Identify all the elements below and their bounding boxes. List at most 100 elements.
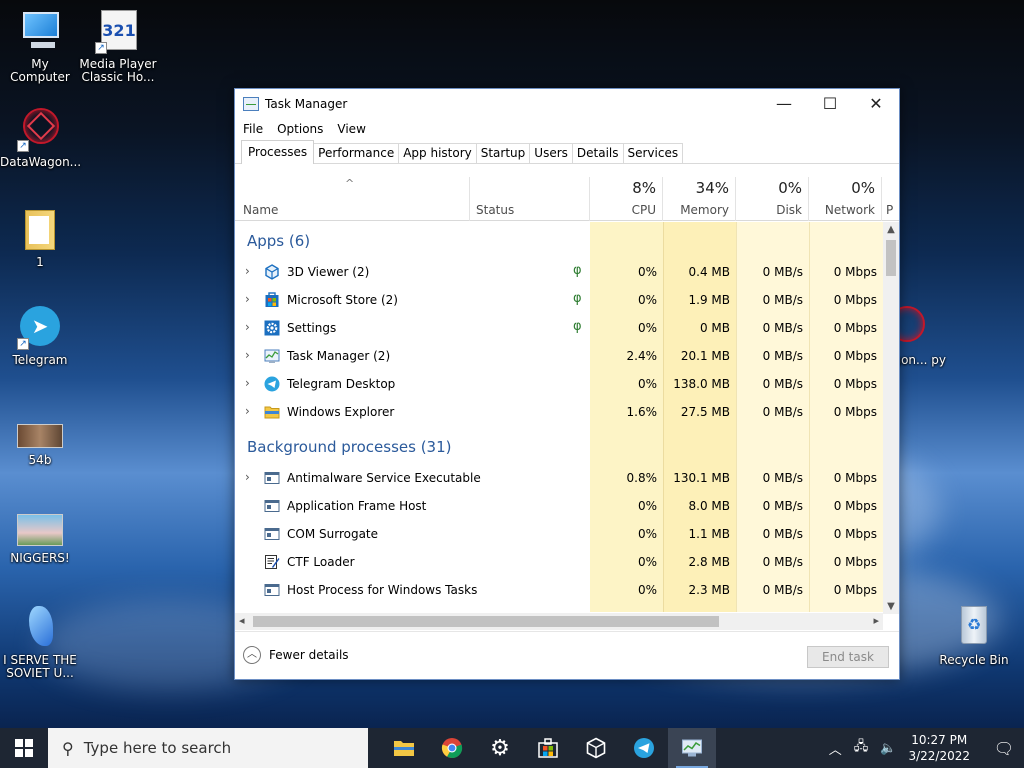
fewer-details-label: Fewer details xyxy=(269,648,349,662)
table-row[interactable]: › Telegram Desktop 0% 138.0 MB 0 MB/s 0 … xyxy=(235,370,883,398)
task-manager-window: Task Manager — ☐ ✕ File Options View Pro… xyxy=(234,88,900,680)
taskbar-chrome[interactable] xyxy=(428,728,476,768)
scroll-up-icon[interactable]: ▲ xyxy=(883,224,899,235)
vertical-scrollbar[interactable]: ▲ ▼ xyxy=(883,222,899,614)
table-row[interactable]: CTF Loader 0% 2.8 MB 0 MB/s 0 Mbps xyxy=(235,548,883,576)
table-row[interactable]: Host Process for Windows Tasks 0% 2.3 MB… xyxy=(235,576,883,604)
gear-icon xyxy=(264,320,280,336)
table-row[interactable]: › 3D Viewer (2) φ 0% 0.4 MB 0 MB/s 0 Mbp… xyxy=(235,258,883,286)
taskbar-3d-viewer[interactable] xyxy=(572,728,620,768)
table-row[interactable]: › Windows Explorer 1.6% 27.5 MB 0 MB/s 0… xyxy=(235,398,883,426)
column-disk[interactable]: 0% Disk xyxy=(736,177,809,221)
tab-performance[interactable]: Performance xyxy=(313,143,400,163)
taskbar-settings[interactable]: ⚙ xyxy=(476,728,524,768)
table-row[interactable]: COM Surrogate 0% 1.1 MB 0 MB/s 0 Mbps xyxy=(235,520,883,548)
taskbar-search-box[interactable]: ⚲ Type here to search xyxy=(48,728,368,768)
tab-details[interactable]: Details xyxy=(571,143,624,163)
image-thumbnail-icon xyxy=(17,420,63,450)
notification-center-icon[interactable]: 🗨 xyxy=(984,728,1024,768)
desktop-icon-label: Media Player Classic Ho... xyxy=(79,57,157,84)
horizontal-scroll-thumb[interactable] xyxy=(253,616,719,627)
start-button[interactable] xyxy=(0,728,48,768)
menu-options[interactable]: Options xyxy=(277,122,323,136)
tab-startup[interactable]: Startup xyxy=(475,143,531,163)
desktop-icon-telegram[interactable]: ➤ ↗ Telegram xyxy=(0,304,80,367)
minimize-button[interactable]: — xyxy=(761,89,807,118)
scroll-left-icon[interactable]: ◂ xyxy=(239,614,245,627)
column-memory[interactable]: 34% Memory xyxy=(663,177,736,221)
chevron-up-icon[interactable]: ︿ xyxy=(829,739,842,758)
datawagon-icon: ↗ xyxy=(17,106,63,152)
tab-app-history[interactable]: App history xyxy=(398,143,477,163)
desktop-icon-label: NIGGERS! xyxy=(10,551,70,565)
column-name[interactable]: ^ Name xyxy=(235,177,470,221)
volume-icon[interactable]: 🔈 xyxy=(880,741,896,756)
column-network[interactable]: 0% Network xyxy=(809,177,882,221)
chevron-right-icon[interactable]: › xyxy=(245,470,250,484)
clock[interactable]: 10:27 PM 3/22/2022 xyxy=(908,732,970,764)
chevron-right-icon[interactable]: › xyxy=(245,292,250,306)
table-row[interactable]: › Microsoft Store (2) φ 0% 1.9 MB 0 MB/s… xyxy=(235,286,883,314)
folder-icon xyxy=(394,741,414,756)
desktop-icon-folder-1[interactable]: 1 xyxy=(0,206,80,269)
desktop-icon-media-player[interactable]: 321 ↗ Media Player Classic Ho... xyxy=(78,8,158,84)
desktop-icon-label: I SERVE THE SOVIET U... xyxy=(3,653,77,680)
title-bar[interactable]: Task Manager — ☐ ✕ xyxy=(235,89,899,118)
close-button[interactable]: ✕ xyxy=(853,89,899,118)
chevron-right-icon[interactable]: › xyxy=(245,348,250,362)
fewer-details-button[interactable]: ︿ Fewer details xyxy=(243,646,349,664)
menu-file[interactable]: File xyxy=(243,122,263,136)
desktop-icon-label: Recycle Bin xyxy=(939,653,1009,667)
background-section-header[interactable]: Background processes (31) xyxy=(247,438,452,456)
process-window-icon xyxy=(264,472,280,484)
scroll-down-icon[interactable]: ▼ xyxy=(883,601,899,612)
column-power[interactable]: P xyxy=(882,177,899,221)
scroll-right-icon[interactable]: ▸ xyxy=(873,614,879,627)
desktop-icon-my-computer[interactable]: My Computer xyxy=(0,8,80,84)
chevron-up-icon: ︿ xyxy=(243,646,261,664)
column-status[interactable]: Status xyxy=(470,177,590,221)
tab-services[interactable]: Services xyxy=(622,143,684,163)
cube-icon xyxy=(265,264,279,280)
taskbar-store[interactable] xyxy=(524,728,572,768)
desktop-icon-datawagon[interactable]: ↗ DataWagon... xyxy=(0,106,81,169)
search-placeholder: Type here to search xyxy=(83,739,232,757)
table-row[interactable]: › Task Manager (2) 2.4% 20.1 MB 0 MB/s 0… xyxy=(235,342,883,370)
search-icon: ⚲ xyxy=(62,738,74,758)
desktop-icon-recycle-bin[interactable]: ♻ Recycle Bin xyxy=(934,604,1014,667)
taskmgr-icon xyxy=(264,349,280,363)
chevron-right-icon[interactable]: › xyxy=(245,376,250,390)
taskbar-file-explorer[interactable] xyxy=(380,728,428,768)
chevron-right-icon[interactable]: › xyxy=(245,264,250,278)
maximize-button[interactable]: ☐ xyxy=(807,89,853,118)
taskbar-telegram[interactable] xyxy=(620,728,668,768)
store-icon xyxy=(265,292,279,307)
table-row[interactable]: › Settings φ 0% 0 MB 0 MB/s 0 Mbps xyxy=(235,314,883,342)
column-header: ^ Name Status 8% CPU 34% Memory 0% Disk … xyxy=(235,177,899,221)
vertical-scroll-thumb[interactable] xyxy=(886,240,896,276)
desktop-icon-soviet[interactable]: I SERVE THE SOVIET U... xyxy=(0,604,80,680)
tab-processes[interactable]: Processes xyxy=(241,140,315,164)
crystal-icon xyxy=(17,604,63,650)
menu-view[interactable]: View xyxy=(337,122,365,136)
chevron-right-icon[interactable]: › xyxy=(245,320,250,334)
apps-section-header[interactable]: Apps (6) xyxy=(247,232,310,250)
end-task-button[interactable]: End task xyxy=(807,646,889,668)
table-row[interactable]: › Antimalware Service Executable 0.8% 13… xyxy=(235,464,883,492)
table-row[interactable]: Application Frame Host 0% 8.0 MB 0 MB/s … xyxy=(235,492,883,520)
desktop-icon-image-2[interactable]: NIGGERS! xyxy=(0,512,80,565)
suspended-leaf-icon: φ xyxy=(573,291,582,306)
column-cpu[interactable]: 8% CPU xyxy=(590,177,663,221)
taskbar-task-manager[interactable] xyxy=(668,728,716,768)
clock-time: 10:27 PM xyxy=(911,733,968,747)
desktop-icon-54b[interactable]: 54b xyxy=(0,420,80,467)
horizontal-scrollbar[interactable]: ◂ ▸ xyxy=(235,613,883,630)
cube-icon xyxy=(586,737,606,759)
chevron-right-icon[interactable]: › xyxy=(245,404,250,418)
folder-icon xyxy=(264,406,280,419)
media-player-icon: 321 ↗ xyxy=(95,8,141,54)
desktop-icon-label: 1 xyxy=(36,255,44,269)
recycle-bin-icon: ♻ xyxy=(951,604,997,650)
tab-users[interactable]: Users xyxy=(529,143,573,163)
network-icon[interactable]: 🖧 xyxy=(854,737,869,759)
